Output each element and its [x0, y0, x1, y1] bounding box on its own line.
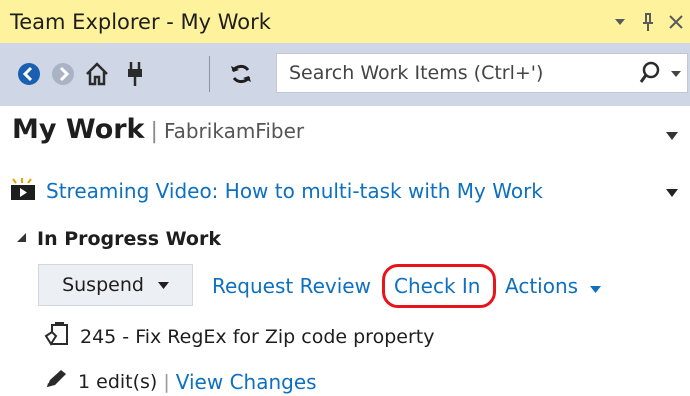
video-banner: Streaming Video: How to multi-task with … [10, 175, 543, 207]
pencil-icon [44, 368, 68, 395]
page-header: My Work | FabrikamFiber [12, 114, 304, 154]
view-changes-link[interactable]: View Changes [176, 370, 317, 394]
work-item-icon [44, 322, 70, 351]
refresh-icon[interactable] [226, 59, 256, 89]
work-item-row[interactable]: 245 - Fix RegEx for Zip code property [44, 322, 434, 351]
work-item-title: 245 - Fix RegEx for Zip code property [80, 325, 435, 348]
window-controls [606, 0, 690, 43]
home-icon[interactable] [82, 59, 112, 89]
search-options-dropdown-icon[interactable] [671, 66, 681, 80]
page-title: My Work [12, 114, 145, 145]
connect-icon[interactable] [120, 59, 150, 89]
toolbar [0, 43, 690, 106]
request-review-link[interactable]: Request Review [212, 274, 371, 298]
check-in-link[interactable]: Check In [394, 274, 480, 298]
forward-icon[interactable] [48, 59, 78, 89]
chevron-down-icon[interactable] [666, 128, 678, 144]
search-input[interactable] [277, 62, 622, 84]
chevron-down-icon [157, 278, 169, 292]
edits-count: 1 edit(s) [78, 370, 158, 393]
pending-changes-row: 1 edit(s) | View Changes [44, 368, 317, 395]
project-name: FabrikamFiber [163, 119, 305, 143]
toolbar-separator [209, 56, 210, 92]
suspend-label: Suspend [62, 274, 144, 296]
section-title: In Progress Work [37, 228, 221, 250]
back-icon[interactable] [14, 59, 44, 89]
chevron-down-icon[interactable] [666, 185, 678, 201]
close-icon[interactable] [662, 7, 690, 37]
actions-menu-link[interactable]: Actions [505, 274, 602, 298]
video-icon [10, 177, 36, 205]
streaming-video-link[interactable]: Streaming Video: How to multi-task with … [46, 179, 543, 203]
in-progress-section-header[interactable]: In Progress Work [16, 228, 221, 250]
title-bar: Team Explorer - My Work [0, 0, 690, 43]
suspend-button[interactable]: Suspend [38, 264, 193, 306]
pin-icon[interactable] [634, 7, 662, 37]
changes-separator: | [163, 370, 170, 393]
window-title: Team Explorer - My Work [10, 9, 271, 34]
collapse-triangle-icon[interactable] [16, 232, 27, 246]
actions-label: Actions [505, 274, 579, 298]
dropdown-icon[interactable] [606, 7, 634, 37]
search-icon[interactable] [639, 61, 661, 89]
header-separator: | [150, 119, 158, 144]
search-box[interactable] [276, 53, 688, 93]
chevron-down-icon [590, 282, 602, 296]
